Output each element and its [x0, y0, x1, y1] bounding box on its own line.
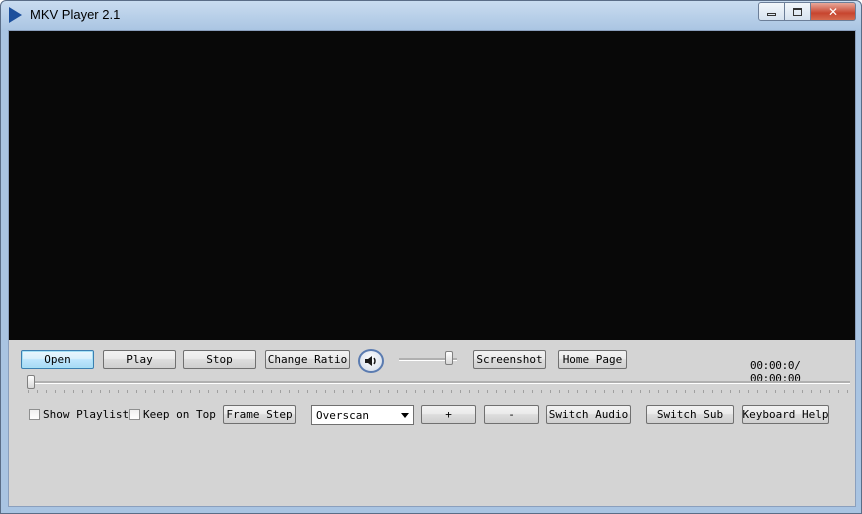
show-playlist-label: Show Playlist [43, 408, 130, 421]
player-window: MKV Player 2.1 ✕ Open Play Stop Change R… [0, 0, 862, 514]
speaker-icon[interactable] [358, 349, 384, 373]
keep-on-top-label: Keep on Top [143, 408, 216, 421]
window-controls: ✕ [758, 2, 856, 21]
title-bar[interactable]: MKV Player 2.1 ✕ [1, 1, 861, 29]
volume-slider-thumb[interactable] [445, 351, 453, 365]
seek-bar-thumb[interactable] [27, 375, 35, 389]
screenshot-button[interactable]: Screenshot [473, 350, 546, 369]
home-page-button[interactable]: Home Page [558, 350, 627, 369]
chevron-down-icon [401, 413, 409, 418]
client-area: Open Play Stop Change Ratio Screenshot H… [8, 30, 856, 507]
keyboard-help-button[interactable]: Keyboard Help [742, 405, 829, 424]
open-button[interactable]: Open [21, 350, 94, 369]
scale-mode-select[interactable]: Overscan [311, 405, 414, 425]
change-ratio-button[interactable]: Change Ratio [265, 350, 350, 369]
maximize-button[interactable] [785, 2, 811, 21]
show-playlist-box[interactable] [29, 409, 40, 420]
frame-step-button[interactable]: Frame Step [223, 405, 296, 424]
show-playlist-checkbox[interactable]: Show Playlist [29, 408, 129, 421]
close-icon: ✕ [827, 4, 839, 19]
play-triangle-icon [9, 7, 22, 23]
switch-audio-button[interactable]: Switch Audio [546, 405, 631, 424]
switch-sub-button[interactable]: Switch Sub [646, 405, 734, 424]
zoom-in-button[interactable]: + [421, 405, 476, 424]
maximize-icon [793, 7, 802, 16]
window-title: MKV Player 2.1 [30, 7, 121, 22]
minimize-icon [767, 13, 776, 16]
video-display[interactable] [9, 31, 855, 340]
seek-bar-track[interactable] [28, 381, 850, 384]
close-button[interactable]: ✕ [811, 2, 856, 21]
stop-button[interactable]: Stop [183, 350, 256, 369]
keep-on-top-box[interactable] [129, 409, 140, 420]
scale-mode-value: Overscan [316, 408, 369, 422]
zoom-out-button[interactable]: - [484, 405, 539, 424]
seek-bar-ticks [28, 390, 850, 393]
keep-on-top-checkbox[interactable]: Keep on Top [129, 408, 216, 421]
play-button[interactable]: Play [103, 350, 176, 369]
minimize-button[interactable] [758, 2, 785, 21]
